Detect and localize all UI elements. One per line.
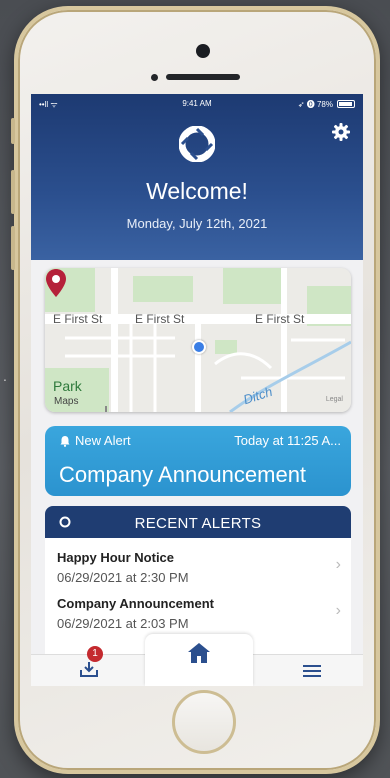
bell-icon — [60, 436, 70, 447]
app-logo-icon — [179, 126, 215, 162]
user-location-dot — [192, 340, 206, 354]
recent-alerts-title: RECENT ALERTS — [134, 515, 262, 532]
volume-up-button — [11, 170, 15, 214]
alert-list-item[interactable]: Happy Hour Notice 06/29/2021 at 2:30 PM … — [45, 544, 351, 588]
home-icon — [188, 643, 210, 663]
street-label: E First St — [135, 312, 185, 326]
sensor-dot — [151, 74, 158, 81]
chevron-right-icon: › — [335, 556, 341, 573]
maps-attribution-text: Maps — [54, 396, 79, 407]
alert-list-item[interactable]: Company Announcement 06/29/2021 at 2:03 … — [45, 590, 351, 634]
location-map[interactable]: E First St E First St E First St Park Ma… — [45, 268, 351, 412]
home-button[interactable] — [172, 690, 236, 754]
menu-icon[interactable] — [303, 664, 321, 678]
earpiece-speaker — [166, 74, 240, 80]
maps-attribution: Maps — [54, 396, 78, 407]
current-date: Monday, July 12th, 2021 — [126, 216, 268, 231]
battery-percent: ➶ ⓿ 78% — [297, 100, 333, 109]
app-screen: ••ll ᯤ 9:41 AM ➶ ⓿ 78% Welcome! Monday, … — [31, 94, 363, 686]
alert-item-title: Company Announcement — [57, 596, 214, 611]
welcome-header: ••ll ᯤ 9:41 AM ➶ ⓿ 78% Welcome! Monday, … — [31, 94, 363, 260]
front-camera — [196, 44, 210, 58]
alert-item-title: Happy Hour Notice — [57, 550, 175, 565]
recent-alerts-header: RECENT ALERTS — [45, 506, 351, 538]
status-bar: ••ll ᯤ 9:41 AM ➶ ⓿ 78% — [31, 97, 363, 111]
park-label: Park — [53, 378, 82, 394]
inbox-download-icon[interactable] — [79, 660, 99, 678]
street-label: E First St — [53, 312, 103, 326]
mute-switch — [11, 118, 15, 144]
new-alert-title: Company Announcement — [59, 462, 307, 487]
tab-home[interactable] — [145, 634, 253, 686]
battery-icon — [337, 100, 355, 108]
new-alert-label: New Alert — [75, 433, 131, 448]
new-alert-card[interactable]: New Alert Today at 11:25 A... Company An… — [45, 426, 351, 496]
volume-down-button — [11, 226, 15, 270]
alert-item-date: 06/29/2021 at 2:30 PM — [57, 570, 189, 585]
welcome-title: Welcome! — [146, 178, 248, 204]
legal-link[interactable]: Legal — [326, 396, 343, 403]
chevron-right-icon: › — [335, 602, 341, 619]
alert-item-date: 06/29/2021 at 2:03 PM — [57, 616, 189, 631]
gear-icon[interactable] — [331, 122, 351, 142]
notification-badge: 1 — [87, 646, 103, 662]
map-pin-icon[interactable] — [45, 268, 67, 298]
street-label: E First St — [255, 312, 305, 326]
edge-dot: . — [3, 368, 7, 384]
new-alert-time: Today at 11:25 A... — [234, 433, 341, 448]
